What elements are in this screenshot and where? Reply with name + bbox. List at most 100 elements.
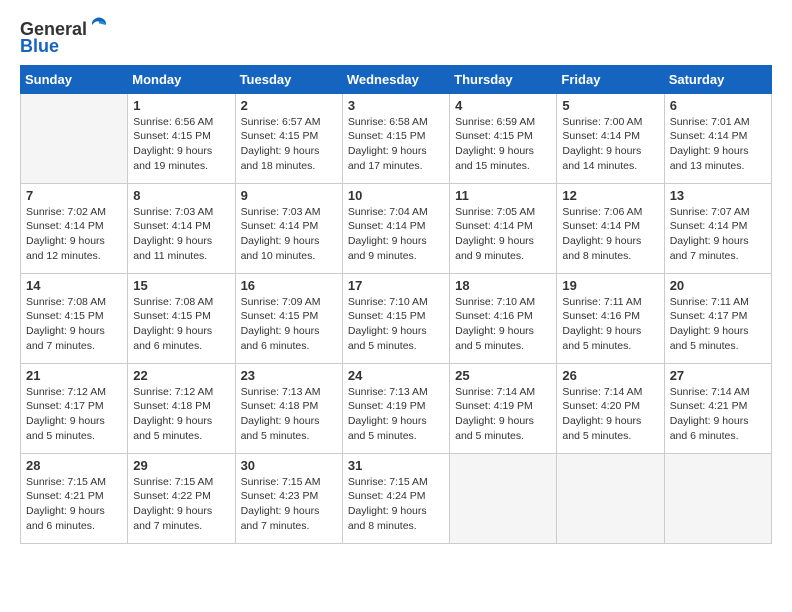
calendar-cell: 24 Sunrise: 7:13 AM Sunset: 4:19 PM Dayli…: [342, 363, 449, 453]
day-info: Sunrise: 7:09 AM Sunset: 4:15 PM Dayligh…: [241, 295, 337, 354]
day-info: Sunrise: 7:11 AM Sunset: 4:17 PM Dayligh…: [670, 295, 766, 354]
calendar-cell: 28 Sunrise: 7:15 AM Sunset: 4:21 PM Dayli…: [21, 453, 128, 543]
calendar-cell: 11 Sunrise: 7:05 AM Sunset: 4:14 PM Dayli…: [450, 183, 557, 273]
calendar-cell: 18 Sunrise: 7:10 AM Sunset: 4:16 PM Dayli…: [450, 273, 557, 363]
day-info: Sunrise: 7:04 AM Sunset: 4:14 PM Dayligh…: [348, 205, 444, 264]
day-number: 13: [670, 188, 766, 203]
day-number: 24: [348, 368, 444, 383]
calendar-cell: 9 Sunrise: 7:03 AM Sunset: 4:14 PM Daylig…: [235, 183, 342, 273]
day-number: 22: [133, 368, 229, 383]
day-info: Sunrise: 7:13 AM Sunset: 4:19 PM Dayligh…: [348, 385, 444, 444]
col-header-sunday: Sunday: [21, 65, 128, 93]
calendar-cell: [664, 453, 771, 543]
calendar-cell: 26 Sunrise: 7:14 AM Sunset: 4:20 PM Dayli…: [557, 363, 664, 453]
calendar-cell: 30Sunrise: 7:15 AM Sunset: 4:23 PM Dayli…: [235, 453, 342, 543]
day-info: Sunrise: 6:56 AM Sunset: 4:15 PM Dayligh…: [133, 115, 229, 174]
day-number: 12: [562, 188, 658, 203]
calendar-cell: 15 Sunrise: 7:08 AM Sunset: 4:15 PM Dayli…: [128, 273, 235, 363]
calendar-cell: 3Sunrise: 6:58 AM Sunset: 4:15 PM Daylig…: [342, 93, 449, 183]
day-info: Sunrise: 7:06 AM Sunset: 4:14 PM Dayligh…: [562, 205, 658, 264]
day-info: Sunrise: 7:02 AM Sunset: 4:14 PM Dayligh…: [26, 205, 122, 264]
logo-blue: Blue: [20, 36, 59, 56]
day-number: 11: [455, 188, 551, 203]
day-info: Sunrise: 7:12 AM Sunset: 4:17 PM Dayligh…: [26, 385, 122, 444]
day-number: 8: [133, 188, 229, 203]
day-number: 6: [670, 98, 766, 113]
day-info: Sunrise: 7:03 AM Sunset: 4:14 PM Dayligh…: [241, 205, 337, 264]
day-number: 7: [26, 188, 122, 203]
day-info: Sunrise: 7:15 AM Sunset: 4:23 PM Dayligh…: [241, 475, 337, 534]
calendar-cell: 6 Sunrise: 7:01 AM Sunset: 4:14 PM Daylig…: [664, 93, 771, 183]
day-info: Sunrise: 7:05 AM Sunset: 4:14 PM Dayligh…: [455, 205, 551, 264]
calendar-cell: 29 Sunrise: 7:15 AM Sunset: 4:22 PM Dayli…: [128, 453, 235, 543]
calendar-cell: 5 Sunrise: 7:00 AM Sunset: 4:14 PM Daylig…: [557, 93, 664, 183]
calendar-cell: 23Sunrise: 7:13 AM Sunset: 4:18 PM Dayli…: [235, 363, 342, 453]
day-info: Sunrise: 7:15 AM Sunset: 4:22 PM Dayligh…: [133, 475, 229, 534]
day-number: 16: [241, 278, 337, 293]
day-number: 31: [348, 458, 444, 473]
col-header-friday: Friday: [557, 65, 664, 93]
col-header-monday: Monday: [128, 65, 235, 93]
day-number: 21: [26, 368, 122, 383]
day-info: Sunrise: 7:14 AM Sunset: 4:20 PM Dayligh…: [562, 385, 658, 444]
day-info: Sunrise: 7:01 AM Sunset: 4:14 PM Dayligh…: [670, 115, 766, 174]
calendar-cell: 2Sunrise: 6:57 AM Sunset: 4:15 PM Daylig…: [235, 93, 342, 183]
day-info: Sunrise: 7:00 AM Sunset: 4:14 PM Dayligh…: [562, 115, 658, 174]
calendar-cell: 1 Sunrise: 6:56 AM Sunset: 4:15 PM Daylig…: [128, 93, 235, 183]
calendar-cell: 7 Sunrise: 7:02 AM Sunset: 4:14 PM Daylig…: [21, 183, 128, 273]
day-number: 20: [670, 278, 766, 293]
day-number: 17: [348, 278, 444, 293]
calendar-table: SundayMondayTuesdayWednesdayThursdayFrid…: [20, 65, 772, 544]
day-info: Sunrise: 6:58 AM Sunset: 4:15 PM Dayligh…: [348, 115, 444, 174]
day-info: Sunrise: 7:15 AM Sunset: 4:21 PM Dayligh…: [26, 475, 122, 534]
day-number: 18: [455, 278, 551, 293]
day-number: 9: [241, 188, 337, 203]
calendar-cell: 20 Sunrise: 7:11 AM Sunset: 4:17 PM Dayli…: [664, 273, 771, 363]
calendar-cell: 4 Sunrise: 6:59 AM Sunset: 4:15 PM Daylig…: [450, 93, 557, 183]
day-number: 15: [133, 278, 229, 293]
day-info: Sunrise: 7:10 AM Sunset: 4:16 PM Dayligh…: [455, 295, 551, 354]
calendar-cell: 10Sunrise: 7:04 AM Sunset: 4:14 PM Dayli…: [342, 183, 449, 273]
day-number: 28: [26, 458, 122, 473]
day-number: 1: [133, 98, 229, 113]
col-header-saturday: Saturday: [664, 65, 771, 93]
day-number: 5: [562, 98, 658, 113]
calendar-cell: [21, 93, 128, 183]
calendar-cell: 13 Sunrise: 7:07 AM Sunset: 4:14 PM Dayli…: [664, 183, 771, 273]
calendar-cell: 21 Sunrise: 7:12 AM Sunset: 4:17 PM Dayli…: [21, 363, 128, 453]
calendar-week-row: 7 Sunrise: 7:02 AM Sunset: 4:14 PM Daylig…: [21, 183, 772, 273]
calendar-cell: 16 Sunrise: 7:09 AM Sunset: 4:15 PM Dayli…: [235, 273, 342, 363]
day-info: Sunrise: 7:08 AM Sunset: 4:15 PM Dayligh…: [133, 295, 229, 354]
day-info: Sunrise: 6:57 AM Sunset: 4:15 PM Dayligh…: [241, 115, 337, 174]
calendar-cell: [450, 453, 557, 543]
calendar-cell: 14 Sunrise: 7:08 AM Sunset: 4:15 PM Dayli…: [21, 273, 128, 363]
calendar-cell: 22Sunrise: 7:12 AM Sunset: 4:18 PM Dayli…: [128, 363, 235, 453]
day-info: Sunrise: 7:10 AM Sunset: 4:15 PM Dayligh…: [348, 295, 444, 354]
calendar-cell: 31Sunrise: 7:15 AM Sunset: 4:24 PM Dayli…: [342, 453, 449, 543]
logo-bird-icon: [89, 15, 109, 35]
day-info: Sunrise: 6:59 AM Sunset: 4:15 PM Dayligh…: [455, 115, 551, 174]
calendar-week-row: 14 Sunrise: 7:08 AM Sunset: 4:15 PM Dayli…: [21, 273, 772, 363]
day-info: Sunrise: 7:14 AM Sunset: 4:19 PM Dayligh…: [455, 385, 551, 444]
calendar-week-row: 28 Sunrise: 7:15 AM Sunset: 4:21 PM Dayli…: [21, 453, 772, 543]
day-info: Sunrise: 7:11 AM Sunset: 4:16 PM Dayligh…: [562, 295, 658, 354]
day-number: 19: [562, 278, 658, 293]
day-info: Sunrise: 7:03 AM Sunset: 4:14 PM Dayligh…: [133, 205, 229, 264]
day-number: 27: [670, 368, 766, 383]
calendar-week-row: 21 Sunrise: 7:12 AM Sunset: 4:17 PM Dayli…: [21, 363, 772, 453]
day-number: 26: [562, 368, 658, 383]
calendar-cell: [557, 453, 664, 543]
calendar-week-row: 1 Sunrise: 6:56 AM Sunset: 4:15 PM Daylig…: [21, 93, 772, 183]
day-number: 14: [26, 278, 122, 293]
day-info: Sunrise: 7:14 AM Sunset: 4:21 PM Dayligh…: [670, 385, 766, 444]
calendar-header-row: SundayMondayTuesdayWednesdayThursdayFrid…: [21, 65, 772, 93]
day-number: 4: [455, 98, 551, 113]
calendar-cell: 27 Sunrise: 7:14 AM Sunset: 4:21 PM Dayli…: [664, 363, 771, 453]
calendar-cell: 8 Sunrise: 7:03 AM Sunset: 4:14 PM Daylig…: [128, 183, 235, 273]
day-info: Sunrise: 7:07 AM Sunset: 4:14 PM Dayligh…: [670, 205, 766, 264]
page-header: General Blue: [20, 20, 772, 57]
day-number: 29: [133, 458, 229, 473]
day-info: Sunrise: 7:08 AM Sunset: 4:15 PM Dayligh…: [26, 295, 122, 354]
col-header-tuesday: Tuesday: [235, 65, 342, 93]
col-header-wednesday: Wednesday: [342, 65, 449, 93]
